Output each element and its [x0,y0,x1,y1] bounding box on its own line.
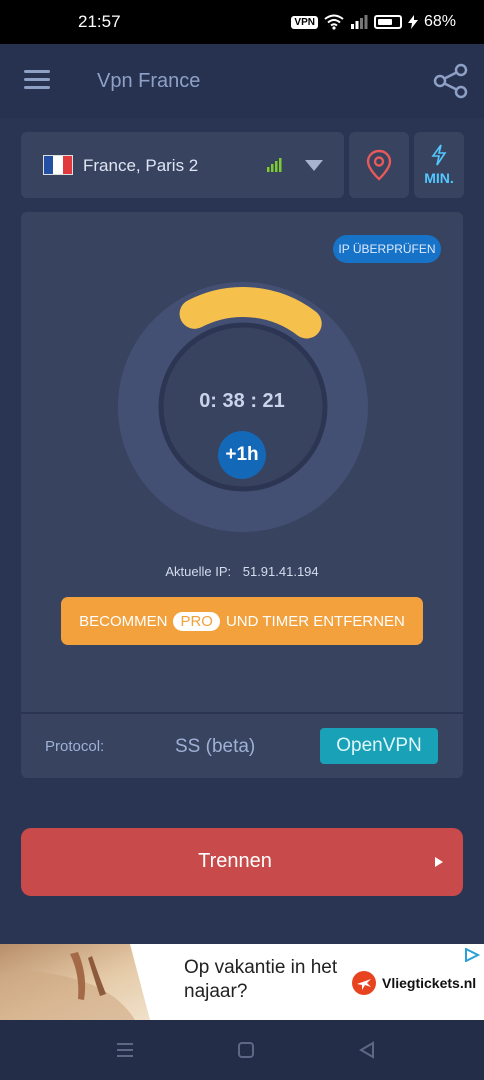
system-nav-bar [0,1020,484,1080]
current-ip: Aktuelle IP: 51.91.41.194 [21,564,463,579]
signal-icon [267,158,282,172]
add-hour-button[interactable]: +1h [218,431,266,479]
speed-mode-button[interactable]: MIN. [414,132,464,198]
back-icon[interactable] [357,1040,377,1060]
battery-percent: 68% [423,13,456,30]
play-icon [435,857,443,867]
connection-card: IP ÜBERPRÜFEN 0: 38 : 21 +1h Aktuelle IP… [21,212,463,778]
server-selector[interactable]: France, Paris 2 [21,132,344,198]
lightning-icon [431,144,447,166]
share-icon[interactable] [432,62,470,100]
france-flag-icon [43,155,73,175]
pro-banner-suffix: UND TIMER ENTFERNEN [225,612,405,630]
location-pin-icon [366,149,392,181]
status-bar: 21:57 VPN 68% [0,0,484,44]
status-icons: VPN 68% [291,13,456,31]
ip-check-button[interactable]: IP ÜBERPRÜFEN [333,235,441,263]
status-time: 21:57 [78,12,121,31]
vpn-status-icon: VPN [291,15,318,29]
chevron-down-icon [305,160,323,171]
charging-icon [407,15,418,29]
ad-banner[interactable]: Op vakantie in het najaar? Vliegtickets.… [0,944,484,1020]
disconnect-button[interactable]: Trennen [21,828,463,896]
current-ip-value: 51.91.41.194 [242,564,319,579]
timer-countdown: 0: 38 : 21 [199,390,285,412]
battery-icon [373,15,402,29]
adchoices-icon[interactable] [464,948,480,962]
pro-badge: PRO [173,611,220,631]
app-bar: Vpn France [0,44,484,118]
ad-brand-name: Vliegtickets.nl [382,975,477,991]
recent-apps-icon[interactable] [115,1040,135,1060]
protocol-label: Protocol: [45,738,105,755]
upgrade-pro-button[interactable]: BECOMMEN PRO UND TIMER ENTFERNEN [61,597,423,645]
protocol-option-openvpn[interactable]: OpenVPN [320,728,438,764]
ad-text: Op vakantie in het najaar? [184,957,338,1002]
ad-brand-logo [352,971,376,995]
protocol-option-ss[interactable]: SS (beta) [175,736,255,758]
disconnect-label: Trennen [198,850,272,872]
current-ip-label: Aktuelle IP: [165,564,232,579]
app-title: Vpn France [97,70,201,92]
speed-mode-label: MIN. [424,170,454,186]
menu-icon[interactable] [24,70,50,90]
cell-signal-icon [350,15,368,29]
location-button[interactable] [349,132,409,198]
ad-beach-image [0,944,180,1020]
home-icon[interactable] [236,1040,256,1060]
wifi-icon [324,14,344,30]
pro-banner-prefix: BECOMMEN [79,612,168,630]
server-name: France, Paris 2 [83,156,199,175]
protocol-selector: Protocol: SS (beta) OpenVPN [21,712,463,778]
